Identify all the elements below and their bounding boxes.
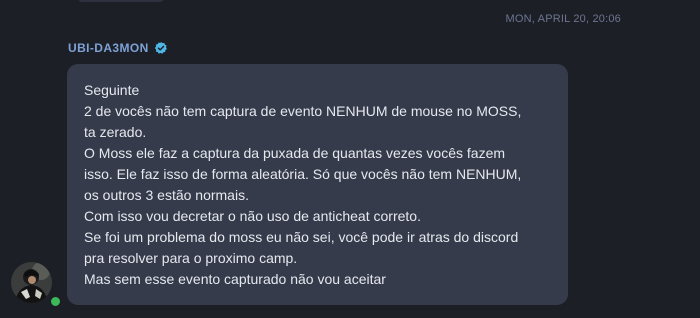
message-timestamp: MON, APRIL 20, 20:06	[505, 13, 621, 25]
message-bubble[interactable]: Seguinte 2 de vocês não tem captura de e…	[67, 64, 568, 305]
message-line: Seguinte	[84, 82, 140, 98]
message-line: Com isso vou decretar o não uso de antic…	[84, 208, 421, 224]
previous-message-edge	[78, 0, 164, 2]
message-author[interactable]: UBI-DA3MON	[68, 40, 168, 56]
message-line: 2 de vocês não tem captura de evento NEN…	[84, 103, 522, 119]
avatar[interactable]	[11, 262, 52, 303]
chat-view: MON, APRIL 20, 20:06 UBI-DA3MON Seguinte…	[0, 0, 700, 318]
avatar-image	[11, 262, 52, 303]
message-line: isso. Ele faz isso de forma aleatória. S…	[84, 166, 522, 182]
message-line: Se foi um problema do moss eu não sei, v…	[84, 229, 519, 245]
message-line: ta zerado.	[84, 124, 147, 140]
online-status-indicator	[49, 295, 62, 308]
message-line: O Moss ele faz a captura da puxada de qu…	[84, 145, 506, 161]
message-line: os outros 3 estão normais.	[84, 187, 249, 203]
message-line: pra resolver para o proximo camp.	[84, 250, 298, 266]
message-line: Mas sem esse evento capturado não vou ac…	[84, 271, 386, 287]
author-name[interactable]: UBI-DA3MON	[68, 41, 149, 55]
verified-badge-icon	[154, 41, 167, 54]
